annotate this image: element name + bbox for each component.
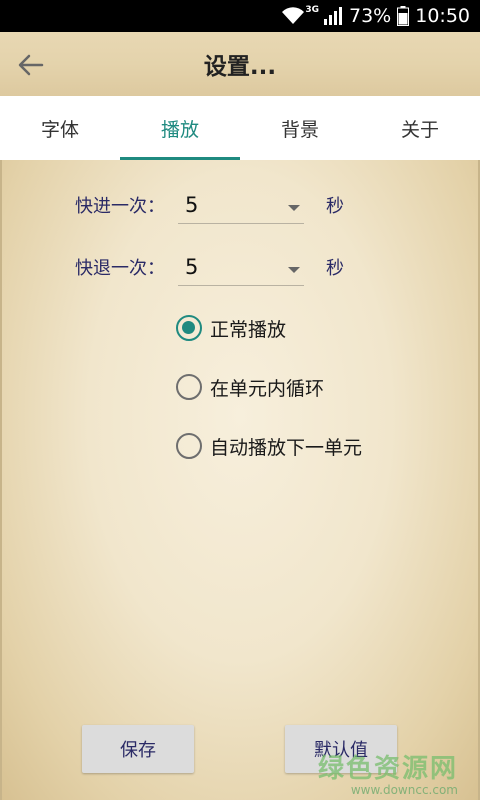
fast-forward-row: 快进一次： 5 秒 (2, 185, 480, 225)
save-button[interactable]: 保存 (82, 725, 194, 773)
back-button[interactable] (14, 48, 48, 82)
tab-font[interactable]: 字体 (0, 96, 120, 160)
arrow-left-icon (18, 54, 44, 76)
battery-percent: 73% (349, 5, 392, 27)
rewind-row: 快退一次： 5 秒 (2, 247, 480, 287)
rewind-value: 5 (185, 254, 199, 279)
watermark: 绿色资源网 www.downcc.com (318, 748, 458, 797)
radio-button-checked[interactable] (176, 315, 202, 341)
radio-normal-play[interactable]: 正常播放 (176, 312, 286, 344)
clock: 10:50 (415, 5, 470, 27)
watermark-url: www.downcc.com (350, 783, 458, 797)
radio-label: 在单元内循环 (210, 377, 325, 400)
tab-background[interactable]: 背景 (240, 96, 360, 160)
rewind-label: 快退一次： (75, 258, 165, 279)
tab-bar: 字体 播放 背景 关于 (0, 96, 480, 160)
fast-forward-value: 5 (185, 192, 199, 217)
dropdown-arrow-icon (288, 266, 300, 273)
radio-auto-next[interactable]: 自动播放下一单元 (176, 430, 362, 462)
tab-about[interactable]: 关于 (360, 96, 480, 160)
fast-forward-unit: 秒 (326, 196, 344, 217)
radio-loop-unit[interactable]: 在单元内循环 (176, 371, 324, 403)
page-title: 设置... (203, 54, 277, 80)
fast-forward-select[interactable]: 5 (178, 186, 304, 224)
wifi-icon (281, 7, 305, 25)
radio-label: 自动播放下一单元 (210, 436, 363, 459)
network-type: 3G (305, 5, 319, 15)
rewind-select[interactable]: 5 (178, 248, 304, 286)
radio-button[interactable] (176, 433, 202, 459)
watermark-name: 绿色资源网 (317, 754, 458, 784)
radio-label: 正常播放 (210, 318, 287, 341)
tab-playback[interactable]: 播放 (120, 96, 240, 160)
action-bar: 设置... (0, 32, 480, 96)
dropdown-arrow-icon (288, 204, 300, 211)
rewind-unit: 秒 (326, 258, 344, 279)
signal-icon (323, 7, 343, 25)
status-bar: 3G 73% 10:50 (0, 0, 480, 32)
battery-icon (397, 6, 410, 26)
settings-panel: 快进一次： 5 秒 快退一次： 5 秒 正常播放 在单元内循环 自动播放下一单元 (0, 160, 480, 800)
radio-button[interactable] (176, 374, 202, 400)
fast-forward-label: 快进一次： (75, 196, 165, 217)
